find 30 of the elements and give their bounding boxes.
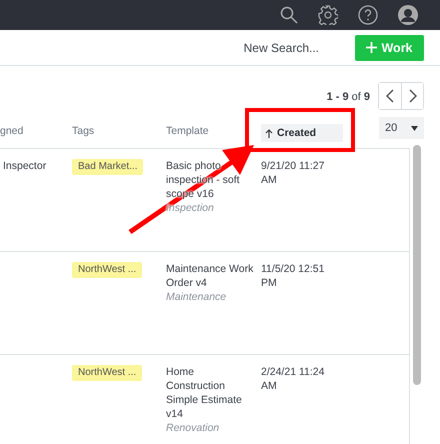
scrollbar-thumb[interactable] bbox=[413, 145, 421, 385]
help-icon[interactable] bbox=[358, 5, 378, 25]
new-search-link[interactable]: New Search... bbox=[244, 40, 319, 54]
column-header[interactable]: Template bbox=[166, 125, 261, 137]
tag-label: Bad Market... bbox=[72, 159, 144, 175]
page-size-select[interactable]: 20 bbox=[379, 117, 424, 139]
template-name: Maintenance Work Order v4 bbox=[166, 262, 254, 290]
user-avatar-icon[interactable] bbox=[398, 5, 418, 25]
column-header[interactable]: Created bbox=[261, 124, 343, 142]
settings-icon[interactable] bbox=[318, 5, 338, 25]
chevron-right-icon bbox=[408, 89, 416, 103]
sort-arrow-icon bbox=[265, 128, 273, 138]
created-date: 2/24/21 11:24 AM bbox=[261, 365, 326, 394]
page-range: 1 - 9 of 9 bbox=[326, 91, 370, 103]
chevron-left-icon bbox=[386, 89, 394, 103]
template-name: Home Construction Simple Estimate v14 bbox=[166, 365, 243, 421]
plus-icon bbox=[366, 42, 378, 53]
created-date: 9/21/20 11:27 AM bbox=[261, 159, 326, 188]
search-icon[interactable] bbox=[280, 6, 298, 24]
template-category: Renovation bbox=[166, 421, 220, 435]
tag-label: NorthWest ... bbox=[72, 365, 142, 381]
created-date: 11/5/20 12:51 PM bbox=[261, 262, 326, 291]
template-category: Inspection bbox=[166, 201, 215, 215]
next-page-button[interactable] bbox=[401, 83, 423, 109]
column-header[interactable]: Tags bbox=[72, 125, 166, 137]
tag-label: NorthWest ... bbox=[72, 262, 142, 278]
caret-icon bbox=[411, 126, 418, 130]
assignee-cell-text: Inspector bbox=[3, 159, 48, 174]
template-category: Maintenance bbox=[166, 290, 228, 304]
column-header[interactable]: gned bbox=[0, 125, 72, 137]
